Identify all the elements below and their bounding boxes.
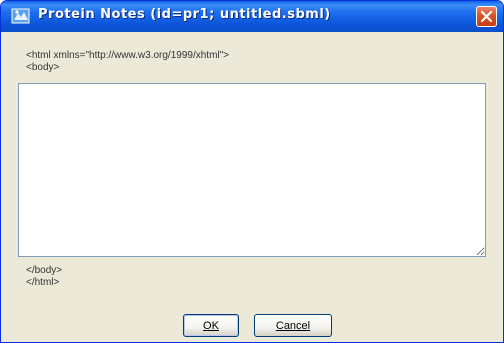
protein-notes-dialog: Protein Notes (id=pr1; untitled.sbml) <h…: [0, 0, 504, 343]
html-open-tag: <html xmlns="http://www.w3.org/1999/xhtm…: [26, 50, 230, 61]
cancel-button[interactable]: Cancel: [254, 314, 332, 337]
body-close-tag: </body>: [26, 265, 63, 276]
html-close-tag: </html>: [26, 277, 60, 288]
notes-editor[interactable]: [18, 83, 486, 257]
cancel-button-label: Cancel: [275, 319, 311, 332]
close-icon: [481, 11, 492, 22]
window-title: Protein Notes (id=pr1; untitled.sbml): [38, 7, 331, 22]
body-open-tag: <body>: [26, 62, 60, 73]
title-bar[interactable]: Protein Notes (id=pr1; untitled.sbml): [1, 1, 503, 32]
ok-button-label: OK: [203, 319, 219, 332]
ok-button[interactable]: OK: [183, 314, 239, 337]
close-button[interactable]: [476, 6, 497, 27]
app-icon: [11, 7, 31, 25]
